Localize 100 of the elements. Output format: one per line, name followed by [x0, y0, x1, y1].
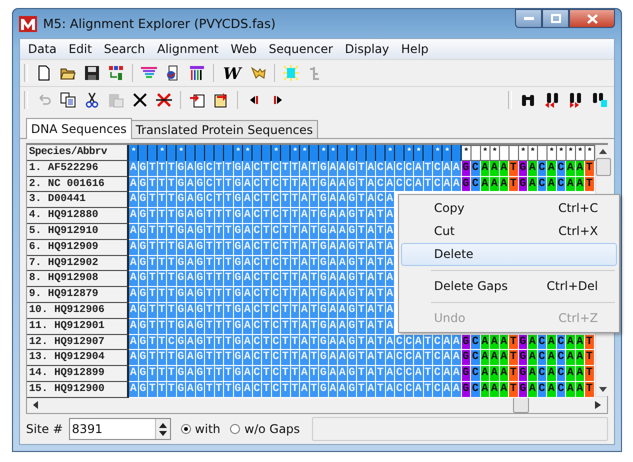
- scroll-thumb[interactable]: [513, 397, 529, 413]
- base-cell: A: [547, 366, 556, 382]
- site-number-field[interactable]: 8391: [68, 418, 171, 440]
- base-cell: A: [338, 366, 348, 382]
- base-cell: C: [433, 382, 442, 398]
- base-cell: A: [129, 382, 138, 398]
- context-menu-item[interactable]: Delete Gaps Ctrl+Del: [401, 275, 617, 298]
- base-cell: A: [338, 271, 348, 288]
- gap-option-radio[interactable]: with: [180, 422, 220, 436]
- save-icon[interactable]: [82, 63, 102, 83]
- base-cell: A: [300, 256, 310, 272]
- sequence-bars-icon[interactable]: [187, 63, 207, 83]
- clustal-button[interactable]: W: [220, 64, 244, 82]
- base-cell: A: [300, 160, 310, 177]
- base-cell: A: [452, 334, 462, 350]
- base-cell: T: [262, 302, 272, 319]
- base-cell: T: [224, 271, 234, 288]
- base-cell: A: [414, 366, 424, 382]
- sequence-name[interactable]: 3. D00441: [27, 192, 129, 208]
- sequence-name[interactable]: 7. HQ912902: [27, 256, 129, 272]
- base-cell: A: [300, 208, 310, 224]
- copy-icon[interactable]: [58, 90, 78, 110]
- conservation-marks: * ** ** *****: [462, 145, 594, 161]
- base-cell: A: [566, 382, 576, 398]
- tab[interactable]: DNA Sequences: [26, 118, 132, 139]
- base-cell: A: [300, 192, 310, 208]
- sequence-name[interactable]: 1. AF522296: [27, 160, 129, 177]
- base-cell: T: [262, 382, 272, 398]
- sequence-name[interactable]: 10. HQ912906: [27, 302, 129, 319]
- sequence-name[interactable]: 12. HQ912907: [27, 334, 129, 350]
- base-cell: T: [205, 350, 214, 366]
- maximize-icon: [550, 14, 560, 23]
- translate-icon[interactable]: [106, 63, 126, 83]
- base-cell: A: [243, 350, 252, 366]
- base-cell: A: [243, 208, 252, 224]
- menu-item[interactable]: Alignment: [151, 41, 225, 57]
- sequence-name[interactable]: 8. HQ912908: [27, 271, 129, 288]
- base-cell: A: [338, 287, 348, 303]
- minimize-button[interactable]: [515, 9, 542, 28]
- scroll-down-icon[interactable]: [599, 387, 607, 392]
- base-cell: A: [186, 302, 196, 319]
- menu-item[interactable]: Display: [338, 41, 396, 57]
- spin-up-icon[interactable]: [158, 422, 167, 428]
- base-cell: T: [509, 160, 518, 177]
- sequence-name[interactable]: 11. HQ912901: [27, 318, 129, 335]
- menu-item[interactable]: Data: [22, 41, 63, 57]
- base-cell: A: [547, 176, 556, 192]
- base-cell: T: [148, 224, 158, 240]
- close-button[interactable]: [569, 9, 615, 28]
- base-cell: T: [167, 302, 176, 319]
- sequence-name[interactable]: 4. HQ912880: [27, 208, 129, 224]
- scroll-thumb[interactable]: [596, 158, 610, 176]
- context-menu-item[interactable]: Delete: [401, 243, 617, 266]
- base-cell: A: [528, 176, 538, 192]
- tab[interactable]: Translated Protein Sequences: [130, 120, 318, 138]
- spin-down-icon[interactable]: [158, 430, 167, 436]
- scroll-right-icon[interactable]: [595, 401, 601, 409]
- base-cell: A: [129, 176, 138, 192]
- base-cell: T: [376, 271, 386, 288]
- base-cell: G: [319, 271, 328, 288]
- menu-item[interactable]: Search: [98, 41, 152, 57]
- base-cell: T: [281, 366, 290, 382]
- sequence-name[interactable]: 9. HQ912879: [27, 287, 129, 303]
- base-cell: T: [205, 318, 214, 335]
- base-cell: A: [338, 318, 348, 335]
- conservation-marks: * * * ** * ** ** * * ** **: [129, 145, 462, 161]
- context-menu-item[interactable]: Cut Ctrl+X: [401, 220, 617, 243]
- context-menu-item[interactable]: Copy Ctrl+C: [401, 197, 617, 220]
- menu-item[interactable]: Edit: [62, 41, 98, 57]
- base-cell: A: [528, 350, 538, 366]
- base-cell: A: [129, 160, 138, 177]
- scroll-up-icon[interactable]: [599, 149, 607, 154]
- base-cell: T: [357, 318, 366, 335]
- base-cell: A: [186, 240, 196, 256]
- gap-option-radio[interactable]: w/o Gaps: [230, 422, 300, 436]
- base-cell: T: [167, 287, 176, 303]
- base-cell: C: [376, 192, 386, 208]
- base-cell: T: [262, 224, 272, 240]
- sequence-name[interactable]: 2. NC 001616: [27, 176, 129, 192]
- sequence-name[interactable]: 6. HQ912909: [27, 240, 129, 256]
- base-cell: G: [319, 176, 328, 192]
- sequence-name[interactable]: 15. HQ912900: [27, 382, 129, 398]
- sequence-name[interactable]: 5. HQ912910: [27, 224, 129, 240]
- menu-item[interactable]: Web: [224, 41, 263, 57]
- menu-item[interactable]: Sequencer: [262, 41, 339, 57]
- sequence-name[interactable]: 14. HQ912899: [27, 366, 129, 382]
- base-cell: T: [262, 287, 272, 303]
- base-cell: A: [186, 382, 196, 398]
- base-cell: A: [452, 160, 462, 177]
- base-cell: T: [585, 160, 594, 177]
- base-cell: T: [262, 176, 272, 192]
- sequence-name[interactable]: 13. HQ912904: [27, 350, 129, 366]
- base-cell: T: [376, 208, 386, 224]
- scroll-left-icon[interactable]: [33, 401, 39, 409]
- maximize-button[interactable]: [542, 9, 569, 28]
- find-marked-icon[interactable]: [590, 90, 610, 110]
- base-cell: A: [243, 240, 252, 256]
- base-cell: T: [224, 160, 234, 177]
- base-cell: A: [490, 160, 500, 177]
- menu-item[interactable]: Help: [395, 41, 435, 57]
